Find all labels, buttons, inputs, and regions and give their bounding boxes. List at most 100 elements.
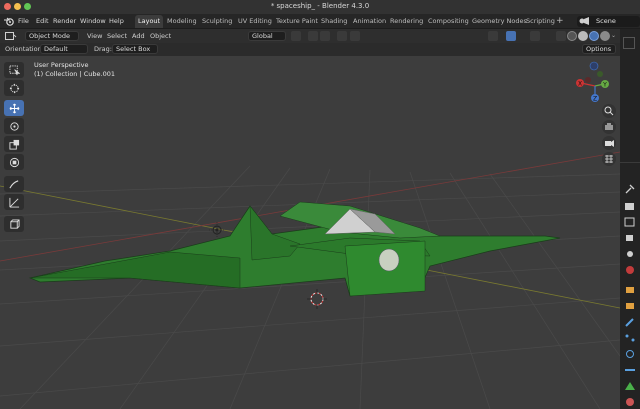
gizmo-z-label: Z (593, 96, 597, 103)
transform-orientation-dropdown[interactable]: Global (248, 31, 286, 41)
world-properties-icon[interactable] (624, 265, 636, 275)
tab-animation[interactable]: Animation (350, 15, 389, 28)
orientation-dropdown[interactable]: Default (40, 44, 88, 54)
constraint-properties-icon[interactable] (624, 365, 636, 375)
scene-name: Scene (596, 17, 616, 25)
add-workspace-icon[interactable]: + (556, 16, 564, 26)
tab-modeling[interactable]: Modeling (164, 15, 200, 28)
scene-selector[interactable]: Scene (577, 16, 640, 27)
tool-properties-icon[interactable] (624, 184, 636, 194)
wireframe-shading-icon[interactable] (567, 31, 577, 41)
drag-label: Drag: (94, 45, 112, 53)
drag-value: Select Box (116, 45, 151, 53)
menu-help[interactable]: Help (109, 17, 124, 25)
options-dropdown[interactable]: Options (582, 44, 616, 54)
perspective-toggle-icon[interactable] (602, 152, 616, 166)
proportional-edit-icon[interactable] (337, 31, 347, 41)
material-shading-icon[interactable] (589, 31, 599, 41)
view-layer-icon[interactable] (624, 233, 636, 243)
physics-properties-icon[interactable] (624, 349, 636, 359)
menu-add[interactable]: Add (132, 32, 145, 40)
strip-divider (620, 162, 640, 163)
floor-grid (0, 165, 620, 409)
shading-modes: ⌄ (567, 31, 617, 41)
camera-view-icon[interactable] (602, 136, 616, 150)
menu-render[interactable]: Render (53, 17, 76, 25)
render-properties-icon[interactable] (624, 201, 636, 211)
measure-icon[interactable] (4, 194, 24, 210)
move-icon[interactable] (4, 100, 24, 116)
top-menubar: File Edit Render Window Help Layout Mode… (0, 14, 640, 29)
shading-options-icon[interactable]: ⌄ (611, 31, 617, 41)
viewport-perspective-label: User Perspective (34, 61, 89, 69)
tab-geometry-nodes[interactable]: Geometry Nodes (469, 15, 530, 28)
menu-view[interactable]: View (87, 32, 102, 40)
particle-properties-icon[interactable] (624, 333, 636, 343)
falloff-icon[interactable] (350, 31, 360, 41)
transform-orientation-label: Global (252, 32, 273, 40)
snap-icon[interactable] (308, 31, 318, 41)
orientation-value: Default (44, 45, 68, 53)
mode-dropdown[interactable]: Object Mode (25, 31, 79, 41)
scene-properties-icon[interactable] (624, 249, 636, 259)
tab-layout[interactable]: Layout (135, 15, 164, 28)
gizmo-x-label: X (578, 81, 582, 88)
blender-logo-icon[interactable] (4, 17, 14, 26)
viewport-header: Object Mode View Select Add Object Globa… (0, 29, 620, 43)
xray-icon[interactable] (556, 31, 566, 41)
tab-rendering[interactable]: Rendering (387, 15, 426, 28)
material-properties-icon[interactable] (624, 397, 636, 407)
tool-settings-bar: Orientation: Default Drag: Select Box Op… (0, 43, 620, 56)
pan-hand-icon[interactable] (602, 120, 616, 134)
gizmo-toggle-icon[interactable] (506, 31, 516, 41)
visibility-icon[interactable] (488, 31, 498, 41)
menu-file[interactable]: File (18, 17, 29, 25)
tab-shading[interactable]: Shading (318, 15, 350, 28)
title-bar: * spaceship_ - Blender 4.3.0 (0, 0, 640, 14)
collection-properties-icon[interactable] (624, 285, 636, 295)
rendered-shading-icon[interactable] (600, 31, 610, 41)
annotate-icon[interactable] (4, 176, 24, 192)
drag-dropdown[interactable]: Select Box (112, 44, 158, 54)
gizmo-neg-z[interactable] (589, 61, 599, 71)
navigation-gizmo[interactable]: X Y Z (570, 60, 616, 108)
snap-target-icon[interactable] (320, 31, 330, 41)
transform-icon[interactable] (4, 154, 24, 170)
add-cube-icon[interactable] (4, 216, 24, 232)
select-box-icon[interactable] (4, 62, 24, 78)
zoom-icon[interactable] (602, 104, 616, 118)
overlay-icon[interactable] (530, 31, 540, 41)
mode-label: Object Mode (29, 32, 70, 40)
cursor-icon[interactable] (4, 80, 24, 96)
pivot-icon[interactable] (291, 31, 301, 41)
3d-cursor[interactable] (307, 289, 327, 309)
tab-sculpting[interactable]: Sculpting (199, 15, 235, 28)
tab-scripting[interactable]: Scripting (523, 15, 558, 28)
menu-edit[interactable]: Edit (36, 17, 49, 25)
orientation-label: Orientation: (5, 45, 44, 53)
3d-viewport[interactable]: User Perspective (1) Collection | Cube.0… (0, 56, 620, 409)
tab-compositing[interactable]: Compositing (425, 15, 472, 28)
editor-type-icon[interactable] (5, 31, 17, 41)
output-properties-icon[interactable] (624, 217, 636, 227)
solid-shading-icon[interactable] (578, 31, 588, 41)
gizmo-neg-x[interactable] (585, 77, 591, 83)
gizmo-neg-y[interactable] (597, 71, 603, 77)
tab-uv-editing[interactable]: UV Editing (235, 15, 275, 28)
properties-tabs (620, 29, 640, 409)
menu-select[interactable]: Select (107, 32, 127, 40)
menu-object[interactable]: Object (150, 32, 171, 40)
options-label: Options (586, 45, 612, 53)
tab-texture-paint[interactable]: Texture Paint (273, 15, 321, 28)
modifier-properties-icon[interactable] (624, 317, 636, 327)
viewport-scene (0, 151, 620, 409)
object-properties-icon[interactable] (624, 301, 636, 311)
rotate-icon[interactable] (4, 118, 24, 134)
scene-icon (579, 17, 589, 25)
scale-icon[interactable] (4, 136, 24, 152)
collapse-panel-icon[interactable] (623, 37, 635, 49)
menu-window[interactable]: Window (80, 17, 106, 25)
spaceship-model[interactable] (28, 201, 561, 297)
window-title: * spaceship_ - Blender 4.3.0 (270, 2, 370, 10)
data-properties-icon[interactable] (624, 381, 636, 391)
